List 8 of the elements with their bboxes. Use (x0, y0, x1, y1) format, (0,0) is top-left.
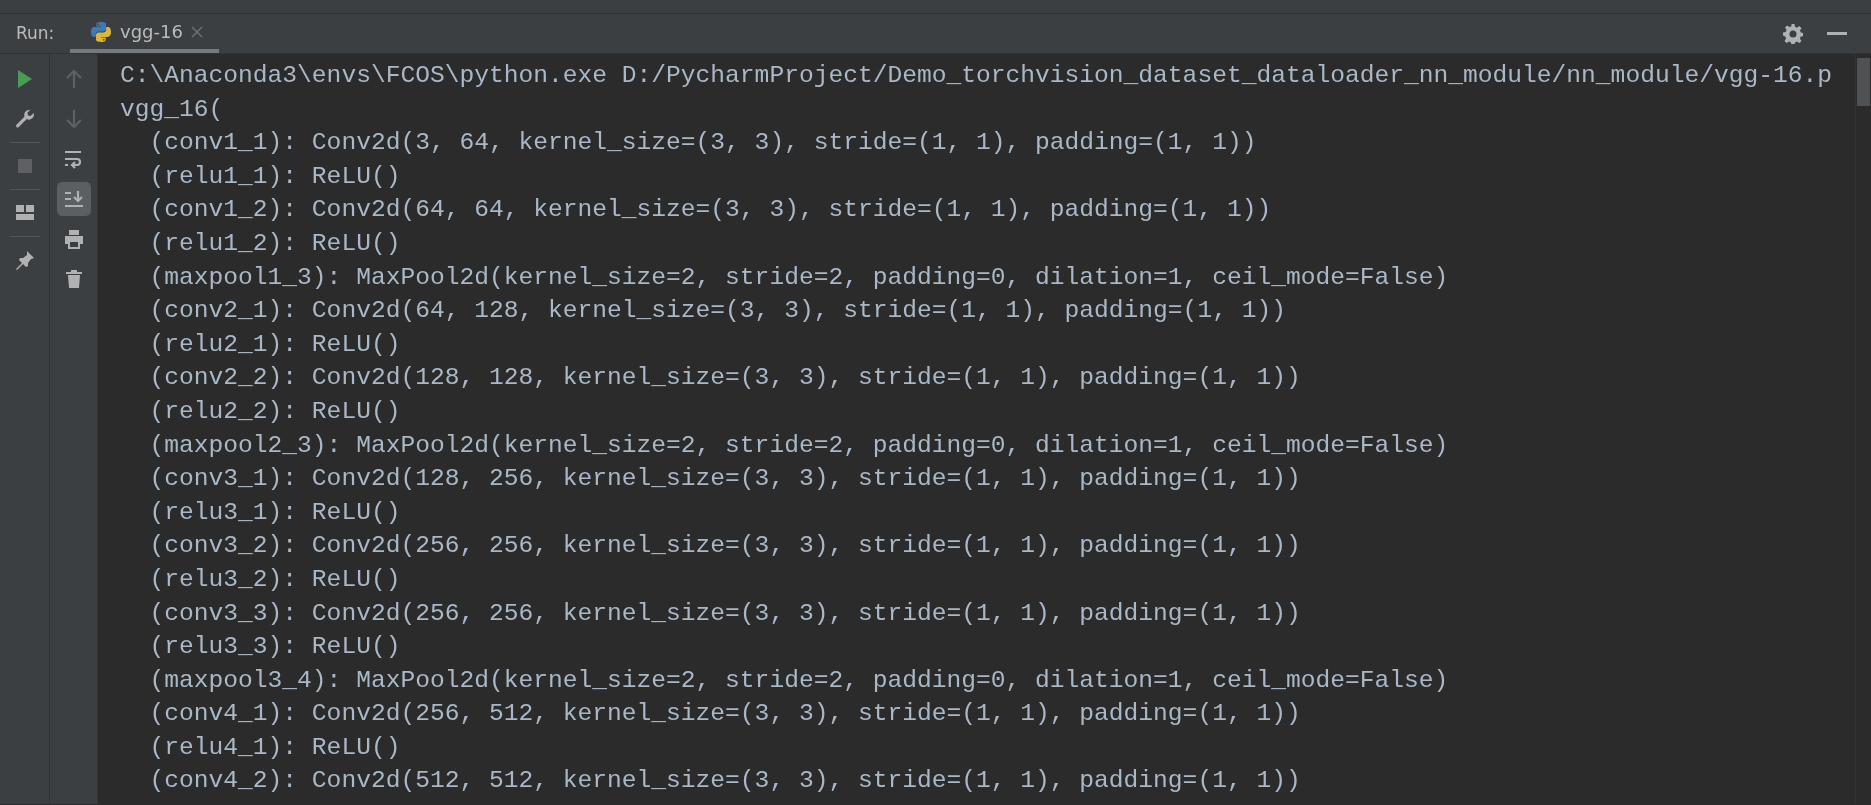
scroll-to-end-icon[interactable] (62, 188, 85, 210)
run-label: Run: (15, 21, 56, 45)
printer-icon[interactable] (62, 228, 85, 250)
minimize-icon[interactable] (1827, 31, 1847, 36)
settings-icon[interactable] (1783, 23, 1803, 44)
scrollbar-thumb[interactable] (1857, 58, 1870, 106)
python-icon (90, 20, 112, 43)
wrench-icon[interactable] (13, 108, 36, 130)
